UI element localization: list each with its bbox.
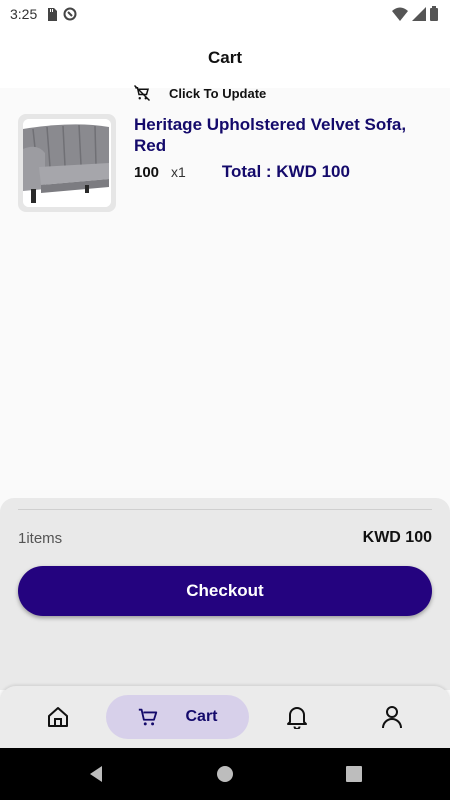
- battery-icon: [430, 6, 438, 21]
- nav-notifications[interactable]: [275, 695, 319, 739]
- nav-cart-label: Cart: [185, 708, 218, 725]
- cart-icon: [139, 708, 158, 726]
- user-icon: [382, 706, 402, 729]
- sd-card-icon: [48, 7, 58, 21]
- home-circle-icon: [217, 766, 233, 782]
- unit-price: 100: [134, 164, 160, 181]
- line-total: Total : KWD 100: [221, 162, 350, 181]
- update-item-button[interactable]: Click To Update: [133, 84, 266, 102]
- recents-square-icon: [346, 766, 362, 782]
- quantity: x1: [171, 164, 186, 180]
- home-system-button[interactable]: [215, 764, 235, 784]
- checkout-button[interactable]: Checkout: [18, 566, 432, 616]
- wifi-icon: [392, 7, 408, 21]
- remove-cart-icon: [133, 84, 151, 102]
- back-button[interactable]: [86, 764, 106, 784]
- back-triangle-icon: [90, 766, 102, 782]
- product-name[interactable]: Heritage Upholstered Velvet Sofa, Red: [134, 114, 434, 156]
- price-row: 100 x1 Total : KWD 100: [134, 162, 350, 182]
- divider: [18, 509, 432, 510]
- page-title: Cart: [207, 48, 242, 67]
- recents-button[interactable]: [344, 764, 364, 784]
- cart-total: KWD 100: [362, 529, 432, 546]
- bottom-nav: Cart: [0, 686, 450, 748]
- cart-item: Heritage Upholstered Velvet Sofa, Red 10…: [18, 114, 438, 224]
- nav-home[interactable]: [36, 695, 80, 739]
- sync-icon: [63, 7, 77, 21]
- home-icon: [48, 707, 68, 727]
- app-header: Cart: [0, 28, 450, 88]
- signal-icon: [412, 6, 426, 21]
- product-image-frame[interactable]: [18, 114, 116, 212]
- nav-profile[interactable]: [370, 695, 414, 739]
- system-nav-bar: [0, 748, 450, 800]
- items-count: 1items: [18, 530, 63, 547]
- update-label: Click To Update: [169, 85, 267, 101]
- status-time: 3:25: [10, 6, 38, 22]
- bell-icon: [287, 707, 307, 729]
- status-bar: 3:25: [0, 0, 450, 28]
- summary-panel: 1items KWD 100 Checkout: [0, 498, 450, 690]
- nav-cart[interactable]: Cart: [106, 695, 249, 739]
- sofa-image: [23, 119, 111, 207]
- checkout-label: Checkout: [186, 581, 264, 600]
